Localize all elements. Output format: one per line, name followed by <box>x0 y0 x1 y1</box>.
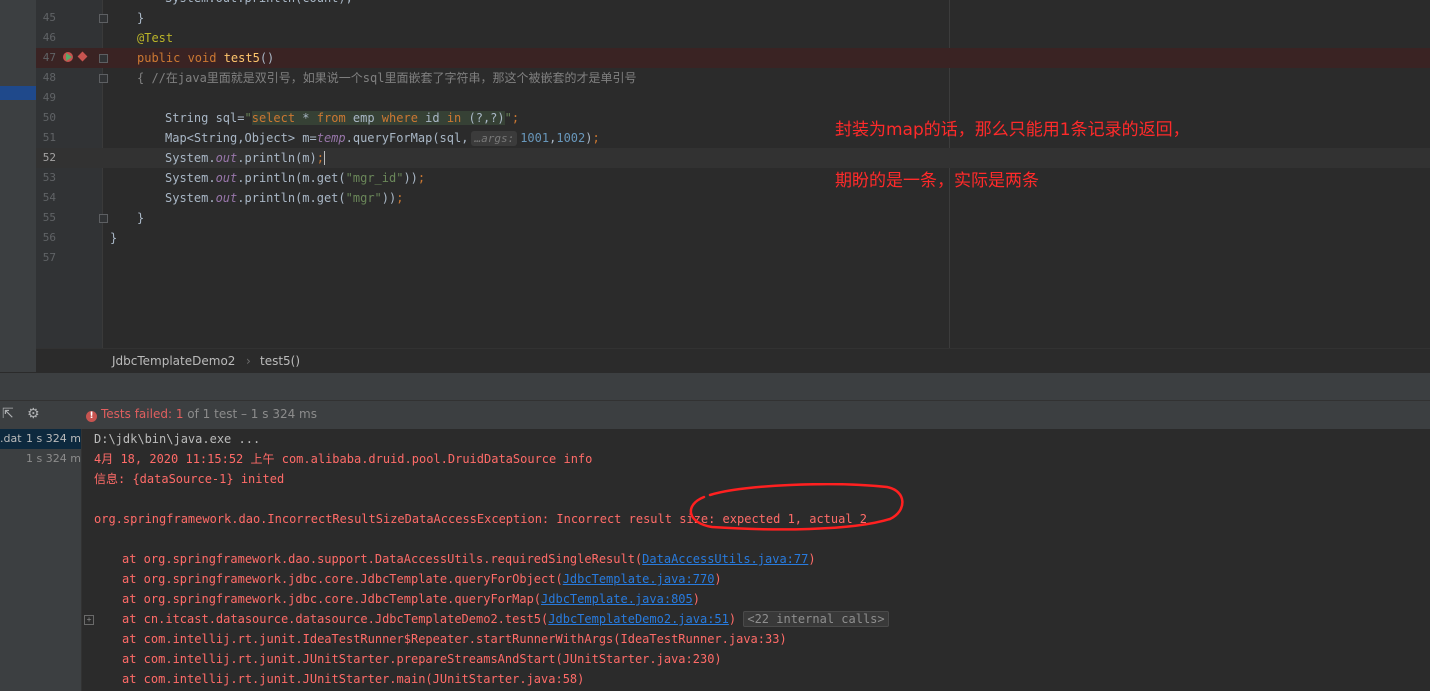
fold-marker-icon[interactable] <box>99 74 108 83</box>
project-panel-edge[interactable] <box>0 0 36 372</box>
breadcrumb: JdbcTemplateDemo2 › test5() <box>36 348 1430 374</box>
code-line-45: 45 } <box>0 8 1430 28</box>
line-number: 46 <box>42 31 56 44</box>
breadcrumb-class[interactable]: JdbcTemplateDemo2 <box>112 354 235 368</box>
export-icon[interactable]: ⇱ <box>2 406 14 422</box>
line-number: 54 <box>42 191 56 204</box>
line-number: 49 <box>42 91 56 104</box>
breadcrumb-separator-icon: › <box>246 354 251 368</box>
panel-divider[interactable] <box>0 373 1430 400</box>
code-text: } <box>110 231 118 245</box>
code-text: } <box>137 11 145 25</box>
fold-marker-icon[interactable] <box>99 14 108 23</box>
code-line-56: 56 } <box>0 228 1430 248</box>
code-text: System.out.println(m.get("mgr")); <box>165 191 404 205</box>
code-line-55: 55 } <box>0 208 1430 228</box>
line-number: 57 <box>42 251 56 264</box>
stack-frame: at org.springframework.jdbc.core.JdbcTem… <box>122 592 700 606</box>
hand-drawn-circle <box>689 483 904 531</box>
failed-count: 1 <box>175 407 184 421</box>
fold-marker-icon[interactable] <box>99 54 108 63</box>
code-text: System.out.println(count); <box>165 0 353 8</box>
line-number: 55 <box>42 211 56 224</box>
code-text: @Test <box>137 31 174 45</box>
test-node-label[interactable]: .dat <box>0 429 22 449</box>
annotation-text: 封装为map的话，那么只能用1条记录的返回， <box>835 120 1190 140</box>
line-number: 45 <box>42 11 56 24</box>
line-number: 53 <box>42 171 56 184</box>
code-line-54: 54 System.out.println(m.get("mgr")); <box>0 188 1430 208</box>
stack-frame: at cn.itcast.datasource.datasource.JdbcT… <box>122 609 889 629</box>
line-number: 47 <box>42 51 56 64</box>
code-line-47: 47 public void test5() <box>0 48 1430 68</box>
test-results-tree[interactable]: .dat 1 s 324 ms 1 s 324 ms <box>0 429 82 691</box>
status-prefix: Tests failed: <box>101 407 172 421</box>
code-line-50: 50 String sql="select * from emp where i… <box>0 108 1430 128</box>
parameter-hint: …args: <box>471 131 518 146</box>
code-text: System.out.println(m.get("mgr_id")); <box>165 171 426 185</box>
run-gutter-icon[interactable] <box>66 53 72 61</box>
expand-icon[interactable]: + <box>84 615 94 625</box>
run-toolbar: ⇱ ⚙ ! Tests failed: 1 of 1 test – 1 s 324… <box>0 400 1430 430</box>
code-text: public void test5() <box>137 51 275 65</box>
line-number: 52 <box>42 151 56 164</box>
stack-frame: at com.intellij.rt.junit.IdeaTestRunner$… <box>122 632 787 646</box>
test-node-time: 1 s 324 ms <box>26 452 82 465</box>
status-summary: of 1 test – 1 s 324 ms <box>187 407 317 421</box>
test-node-time: 1 s 324 ms <box>26 432 82 445</box>
gear-icon[interactable]: ⚙ <box>27 406 40 422</box>
console-output[interactable]: D:\jdk\bin\java.exe ... 4月 18, 2020 11:1… <box>82 429 1430 691</box>
stack-frame: at org.springframework.dao.support.DataA… <box>122 552 816 566</box>
code-line-51: 51 Map<String,Object> m=temp.queryForMap… <box>0 128 1430 148</box>
code-editor[interactable]: System.out.println(count); 45 } 46 @Test… <box>0 0 1430 348</box>
internal-calls-chip[interactable]: <22 internal calls> <box>743 611 889 627</box>
fold-marker-icon[interactable] <box>99 214 108 223</box>
stack-frame: at com.intellij.rt.junit.JUnitStarter.pr… <box>122 652 722 666</box>
code-line-57: 57 <box>0 248 1430 268</box>
code-line-49: 49 <box>0 88 1430 108</box>
code-text: Map<String,Object> m=temp.queryForMap(sq… <box>165 131 600 146</box>
breadcrumb-method[interactable]: test5() <box>260 354 300 368</box>
stack-frame: at org.springframework.jdbc.core.JdbcTem… <box>122 572 722 586</box>
line-number: 51 <box>42 131 56 144</box>
source-link[interactable]: DataAccessUtils.java:77 <box>642 552 808 566</box>
annotation-text: 期盼的是一条，实际是两条 <box>835 171 1039 191</box>
console-line: 4月 18, 2020 11:15:52 上午 com.alibaba.drui… <box>94 452 593 466</box>
console-line: D:\jdk\bin\java.exe ... <box>94 432 261 446</box>
code-comment: { //在java里面就是双引号，如果说一个sql里面嵌套了字符串，那这个被嵌套… <box>137 71 637 85</box>
source-link[interactable]: JdbcTemplate.java:770 <box>563 572 715 586</box>
code-line-partial: System.out.println(count); <box>0 0 1430 8</box>
code-line-46: 46 @Test <box>0 28 1430 48</box>
source-link[interactable]: JdbcTemplate.java:805 <box>541 592 693 606</box>
source-link[interactable]: JdbcTemplateDemo2.java:51 <box>548 612 729 626</box>
console-line: 信息: {dataSource-1} inited <box>94 472 285 486</box>
line-number: 48 <box>42 71 56 84</box>
code-line-52: 52 System.out.println(m); <box>0 148 1430 168</box>
code-line-53: 53 System.out.println(m.get("mgr_id")); <box>0 168 1430 188</box>
line-number: 50 <box>42 111 56 124</box>
error-icon: ! <box>86 411 97 422</box>
line-number: 56 <box>42 231 56 244</box>
code-text: System.out.println(m); <box>165 151 325 165</box>
code-text: String sql="select * from emp where id i… <box>165 111 520 125</box>
stack-frame: at com.intellij.rt.junit.JUnitStarter.ma… <box>122 672 585 686</box>
code-text: } <box>137 211 145 225</box>
selected-tree-item[interactable] <box>0 86 36 100</box>
code-line-48: 48 { //在java里面就是双引号，如果说一个sql里面嵌套了字符串，那这个… <box>0 68 1430 88</box>
test-status: ! Tests failed: 1 of 1 test – 1 s 324 ms <box>86 407 317 422</box>
